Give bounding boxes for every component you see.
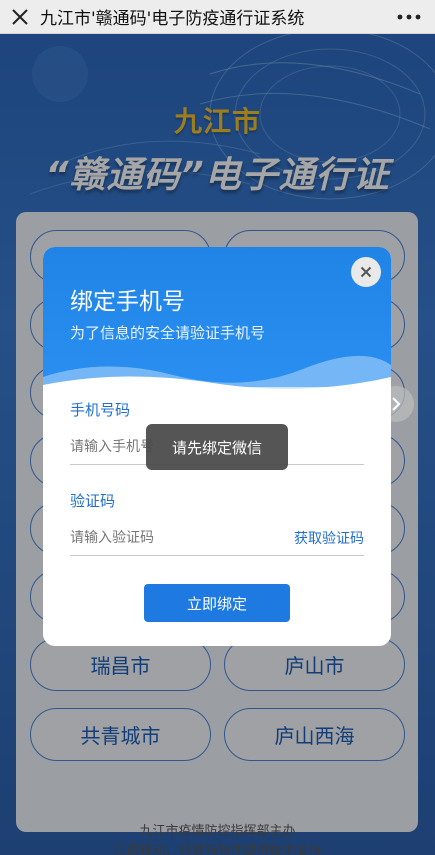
- bind-now-button[interactable]: 立即绑定: [144, 584, 290, 622]
- close-icon: [360, 266, 372, 278]
- page-title: 九江市'赣通码'电子防疫通行证系统: [40, 9, 305, 29]
- wechat-nav-bar: 九江市'赣通码'电子防疫通行证系统: [0, 0, 435, 34]
- phone-label: 手机号码: [70, 401, 131, 419]
- more-dots-icon: [397, 14, 421, 19]
- get-code-button[interactable]: 获取验证码: [294, 528, 364, 548]
- close-icon: [12, 8, 28, 25]
- code-field: 获取验证码: [70, 520, 364, 556]
- dialog-close-button[interactable]: [351, 257, 381, 287]
- verification-code-input[interactable]: [70, 529, 270, 546]
- header-wave-decoration: [43, 355, 391, 397]
- toast-message: 请先绑定微信: [146, 424, 288, 470]
- close-button[interactable]: [0, 0, 40, 34]
- dialog-title: 绑定手机号: [70, 289, 185, 315]
- dialog-subtitle: 为了信息的安全请验证手机号: [70, 324, 266, 342]
- more-button[interactable]: [383, 0, 435, 34]
- chevron-right-icon: [392, 397, 401, 411]
- code-label: 验证码: [70, 492, 116, 510]
